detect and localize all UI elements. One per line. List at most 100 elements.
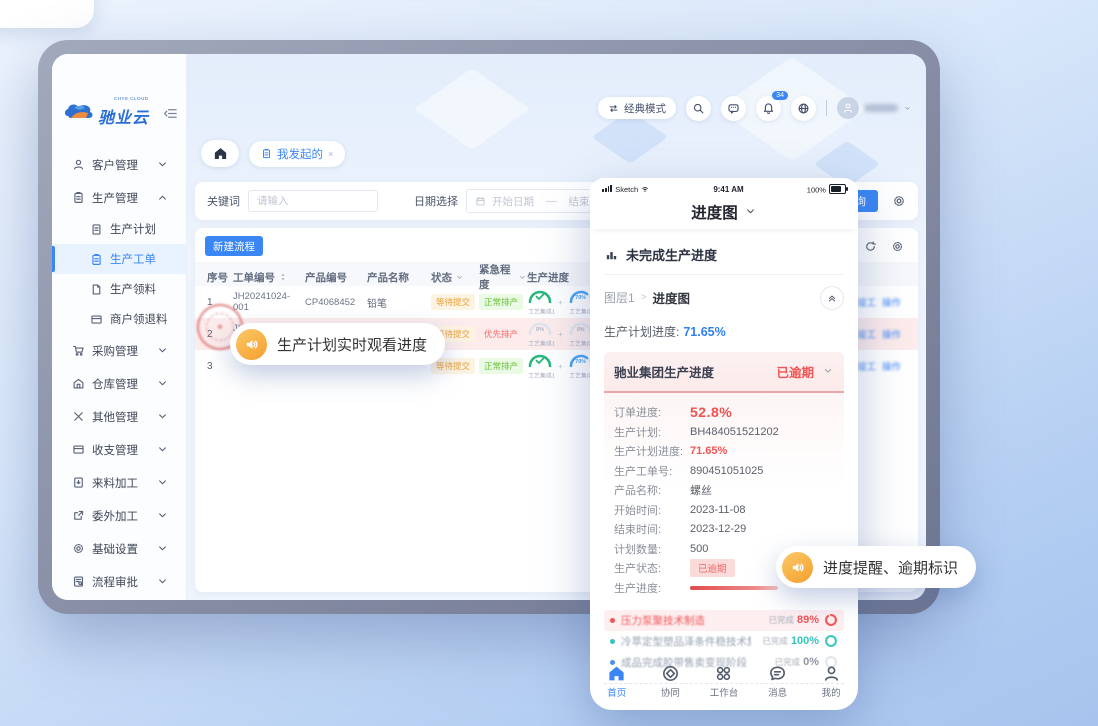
priority-badge: 正常排产 [479, 294, 523, 310]
progress-gauge-done: 工艺集成1 [527, 288, 553, 316]
group-progress-header[interactable]: 驰业集团生产进度 已逾期 [604, 352, 844, 393]
sidebar-item-warehouse[interactable]: 仓库管理 [52, 367, 186, 400]
overdue-badge: 已逾期 [690, 559, 735, 577]
phone-overlay: Sketch 9:41 AM 100% 进度图 未完成生产进度 图层1 > 进度… [590, 178, 858, 710]
signal-icon [602, 185, 612, 193]
phone-page-title: 进度图 [590, 195, 858, 229]
sidebar-collapse-icon[interactable] [163, 106, 178, 121]
message-button[interactable] [721, 96, 746, 121]
chevron-down-icon[interactable] [744, 205, 757, 218]
sidebar-item-finance[interactable]: 收支管理 [52, 433, 186, 466]
sidebar-item-settings[interactable]: 基础设置 [52, 532, 186, 565]
nav-collab[interactable]: 协同 [644, 664, 698, 699]
screenshot-stage: CHYE CLOUD 驰业云 客户管理 生产管理 生产计划 生产工单 生产领料 … [0, 0, 1098, 726]
logo: CHYE CLOUD 驰业云 [52, 88, 186, 146]
nav-mine[interactable]: 我的 [804, 664, 858, 699]
phone-nav-bar: 首页 协同 工作台 消息 我的 [590, 659, 858, 710]
speaker-icon [782, 552, 813, 583]
chevron-down-icon[interactable] [455, 273, 464, 282]
wifi-icon [640, 184, 650, 194]
process-item[interactable]: 压力泵聚技术制造 已完成 89% [604, 610, 844, 631]
callout-overdue-alert: 进度提醒、逾期标识 [776, 546, 976, 588]
progress-gauge-zero: 0% 工艺集成1 [527, 320, 553, 348]
chevron-down-icon [903, 104, 912, 113]
new-process-button[interactable]: 新建流程 [205, 236, 263, 256]
home-tab-button[interactable] [201, 140, 239, 167]
avatar [837, 97, 859, 119]
bell-icon [762, 102, 775, 115]
calendar-icon [475, 196, 486, 207]
swap-icon [608, 103, 619, 114]
speaker-icon [236, 329, 267, 360]
notification-badge: 34 [772, 91, 788, 100]
chevron-down-icon [822, 365, 834, 377]
plan-progress-line: 生产计划进度:71.65% [604, 321, 844, 352]
divider [826, 100, 827, 116]
phone-status-bar: Sketch 9:41 AM 100% [590, 178, 858, 195]
circular-progress-89 [824, 613, 838, 627]
collapse-button[interactable] [820, 286, 844, 310]
close-tab-icon[interactable]: × [328, 149, 333, 159]
breadcrumb: 图层1 > 进度图 [604, 275, 844, 321]
nav-home[interactable]: 首页 [590, 664, 644, 699]
sidebar-item-approval[interactable]: 流程审批 [52, 565, 186, 598]
search-icon [692, 102, 705, 115]
topbar: 经典模式 34 [598, 94, 912, 122]
user-menu[interactable] [837, 97, 912, 119]
background-card [0, 0, 94, 28]
sidebar-item-customer[interactable]: 客户管理 [52, 148, 186, 181]
tab-bar: 我发起的 × [201, 140, 345, 167]
phone-time: 9:41 AM [713, 185, 743, 194]
chart-section-title: 未完成生产进度 [604, 239, 844, 275]
process-item[interactable]: 冷萃定型塑品泽条件稳技术集验 已完成 100% [604, 631, 844, 652]
production-progress-bar [690, 586, 778, 590]
cloud-logo-icon [62, 100, 96, 124]
tab-my-initiated[interactable]: 我发起的 × [249, 141, 345, 167]
classic-mode-button[interactable]: 经典模式 [598, 97, 676, 119]
logo-subtitle: CHYE CLOUD [114, 96, 149, 101]
status-badge: 等待提交 [431, 358, 475, 374]
sidebar-item-work-order[interactable]: 生产工单 [52, 244, 186, 274]
doc-icon [261, 148, 272, 159]
chevron-up-icon [156, 191, 169, 204]
sidebar-item-outsourcing[interactable]: 委外加工 [52, 499, 186, 532]
keyword-input[interactable] [248, 190, 378, 212]
sidebar-item-production-plan[interactable]: 生产计划 [52, 214, 186, 244]
priority-badge: 正常排产 [479, 358, 523, 374]
sort-icon[interactable] [278, 272, 288, 282]
filter-settings-icon[interactable] [892, 194, 906, 208]
keyword-label: 关键词 [207, 193, 240, 209]
overdue-status: 已逾期 [776, 362, 814, 381]
deco-cube [414, 68, 530, 150]
callout-realtime-progress: 生产计划实时观看进度 [230, 323, 445, 365]
home-icon [213, 146, 228, 161]
battery-icon [829, 184, 846, 194]
sidebar-item-incoming[interactable]: 来料加工 [52, 466, 186, 499]
sidebar-item-merchant-return[interactable]: 商户领退料 [52, 304, 186, 334]
chevron-down-icon [156, 158, 169, 171]
sidebar-item-material-pick[interactable]: 生产领料 [52, 274, 186, 304]
nav-messages[interactable]: 消息 [751, 664, 805, 699]
nav-workbench[interactable]: 工作台 [697, 664, 751, 699]
sidebar-menu: 客户管理 生产管理 生产计划 生产工单 生产领料 商户领退料 采购管理 仓库管理… [52, 148, 186, 598]
language-button[interactable] [791, 96, 816, 121]
sidebar-item-purchase[interactable]: 采购管理 [52, 334, 186, 367]
notification-button[interactable]: 34 [756, 96, 781, 121]
circular-progress-100 [824, 634, 838, 648]
chevron-down-icon[interactable] [518, 273, 527, 282]
search-button[interactable] [686, 96, 711, 121]
user-name-blurred [864, 104, 898, 112]
table-settings-icon[interactable] [891, 240, 904, 253]
status-badge: 等待提交 [431, 294, 475, 310]
sidebar: CHYE CLOUD 驰业云 客户管理 生产管理 生产计划 生产工单 生产领料 … [52, 54, 187, 600]
sidebar-item-other[interactable]: 其他管理 [52, 400, 186, 433]
refresh-icon[interactable] [864, 240, 877, 253]
chat-icon [727, 102, 740, 115]
progress-gauge-done: 工艺集成1 [527, 352, 553, 380]
logo-title: 驰业云 [98, 104, 149, 128]
bar-chart-icon [604, 247, 619, 262]
globe-icon [797, 102, 810, 115]
sidebar-item-production[interactable]: 生产管理 [52, 181, 186, 214]
priority-badge: 优先排产 [479, 326, 523, 342]
date-label: 日期选择 [414, 193, 458, 209]
